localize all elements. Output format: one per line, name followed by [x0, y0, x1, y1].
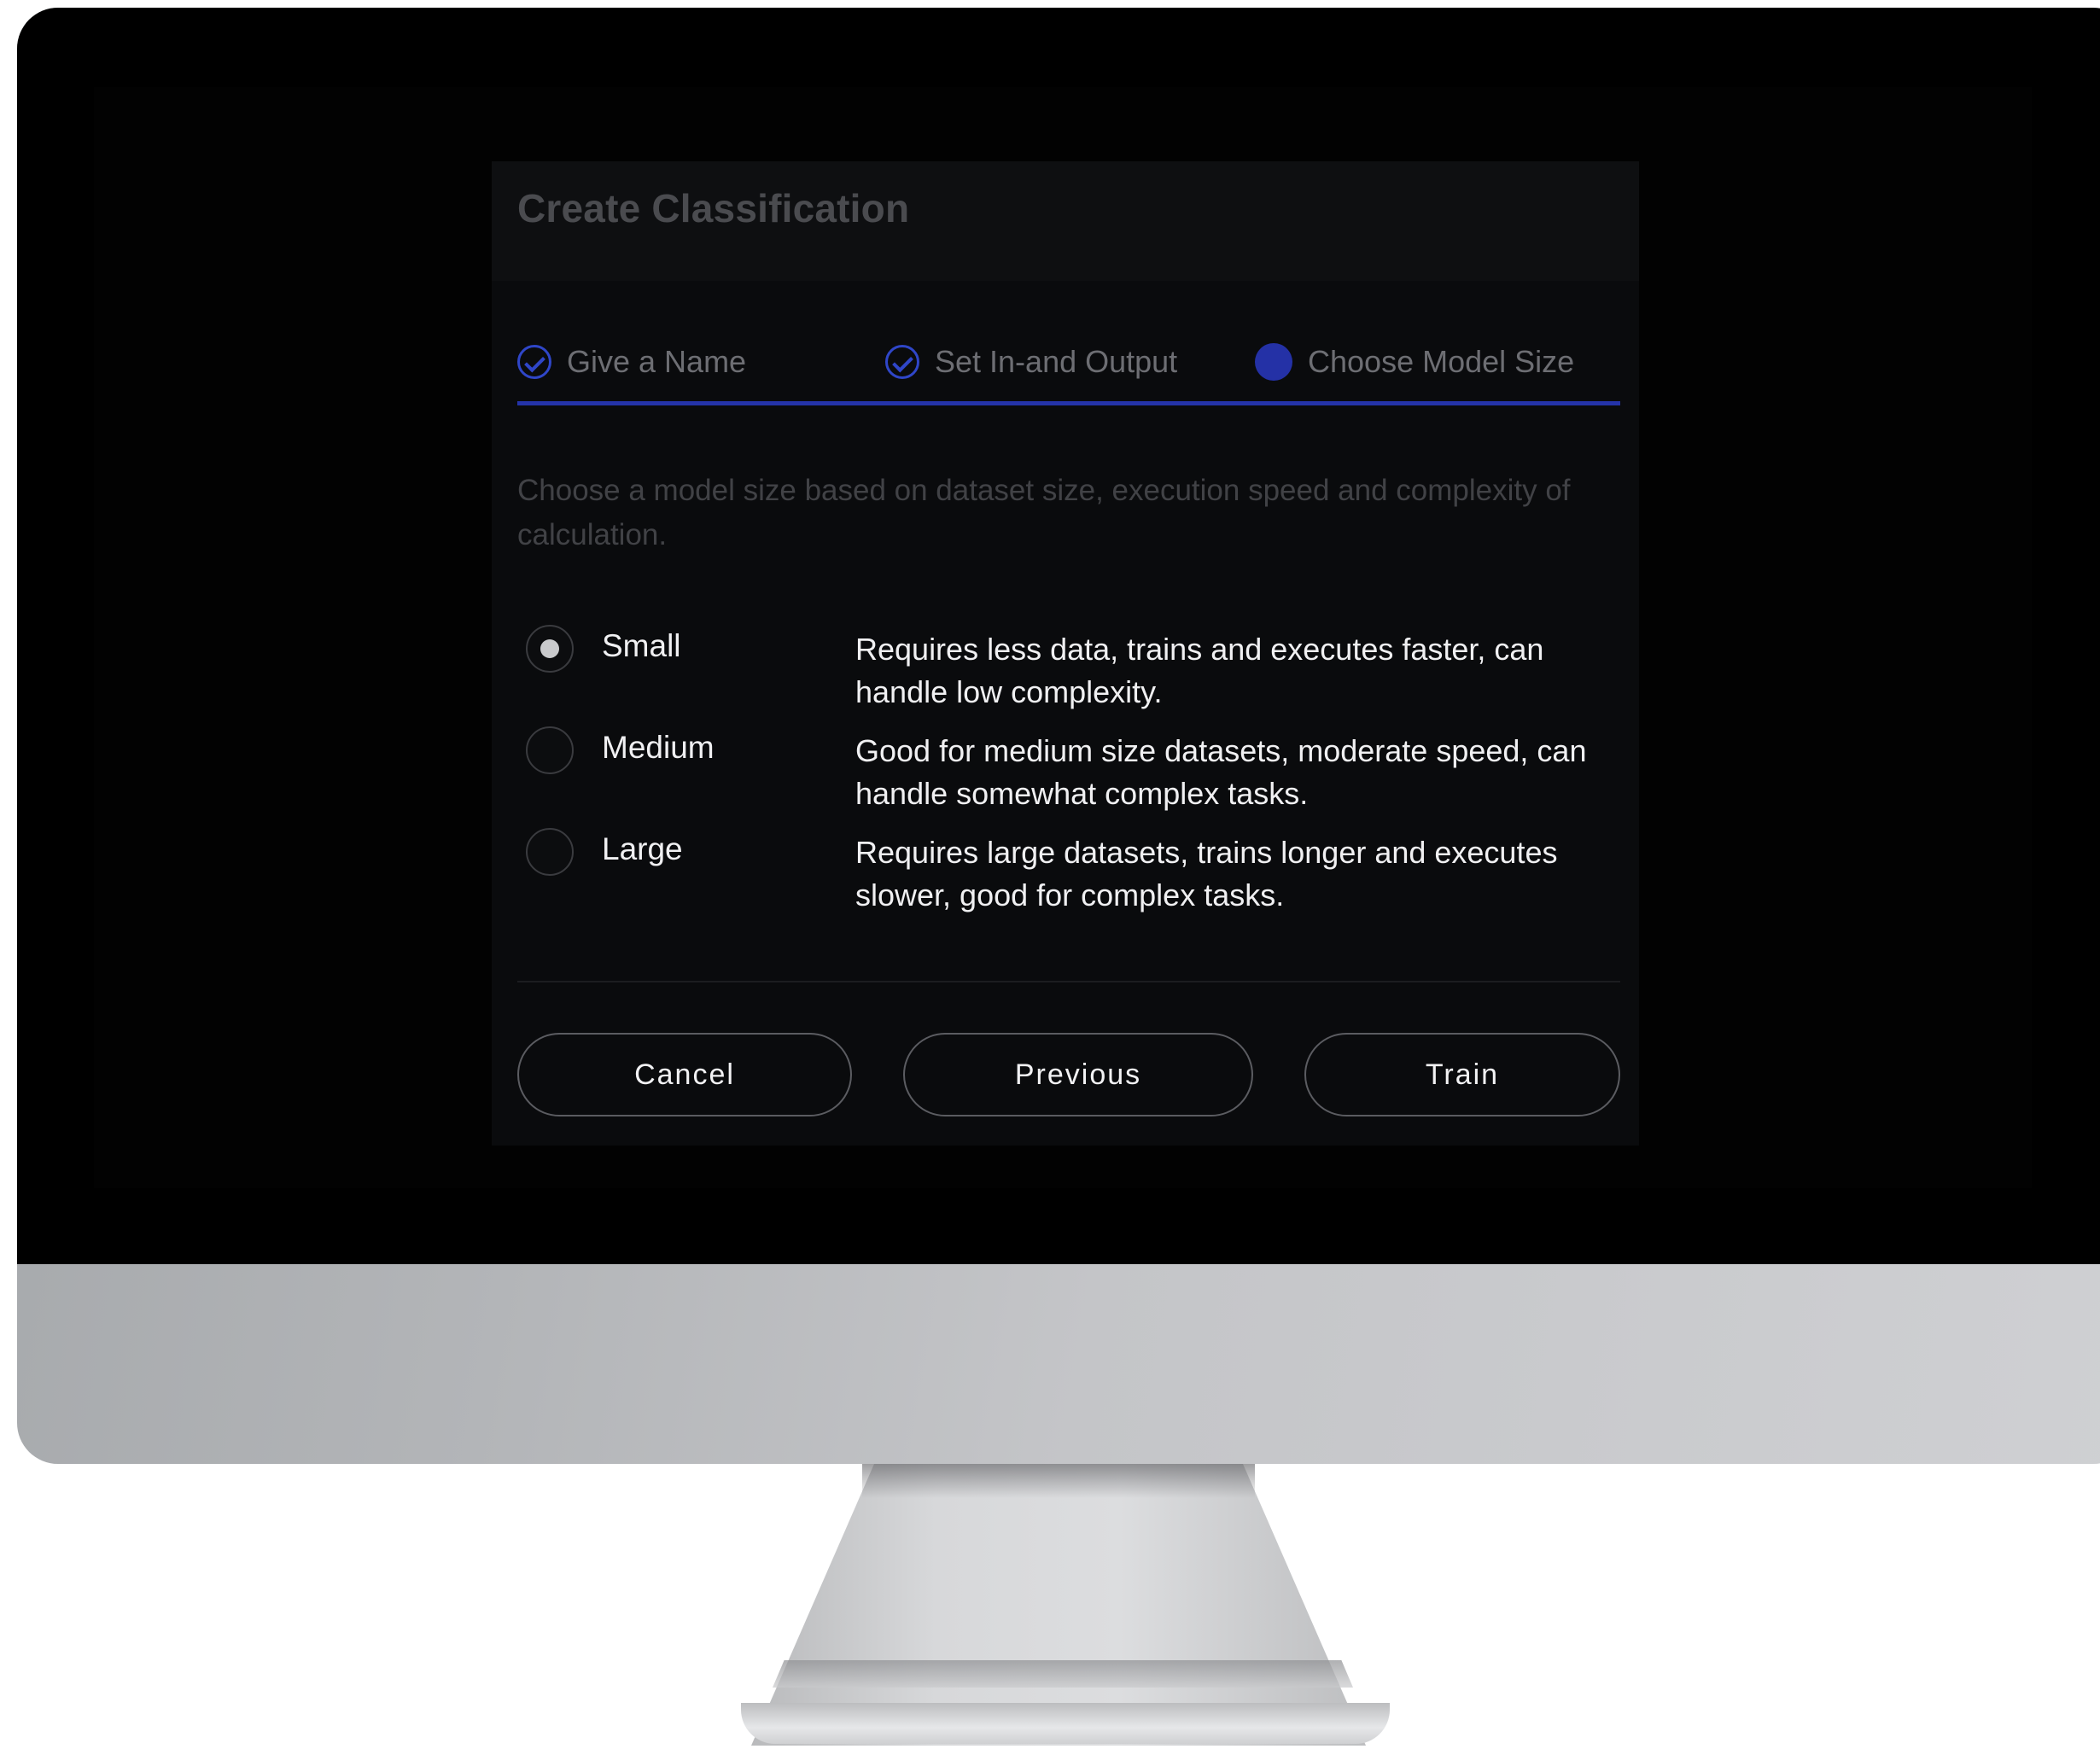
radio-small[interactable] — [526, 625, 574, 673]
step-give-a-name[interactable]: Give a Name — [517, 336, 746, 388]
step-set-in-and-output[interactable]: Set In-and Output — [885, 336, 1177, 388]
cancel-button[interactable]: Cancel — [517, 1033, 852, 1116]
option-medium: Medium Good for medium size datasets, mo… — [526, 726, 1619, 820]
dialog-header: Create Classification — [492, 161, 1639, 281]
current-step-dot-icon — [1255, 343, 1292, 381]
stand-base — [741, 1703, 1390, 1744]
option-description: Good for medium size datasets, moderate … — [855, 733, 1587, 811]
dialog-title: Create Classification — [517, 186, 910, 230]
radio-large[interactable] — [526, 828, 574, 876]
intro-text: Choose a model size based on dataset siz… — [517, 474, 1571, 551]
option-label[interactable]: Small — [602, 628, 681, 664]
step-label: Choose Model Size — [1308, 344, 1575, 379]
stand-band — [773, 1660, 1353, 1688]
option-small: Small Requires less data, trains and exe… — [526, 625, 1619, 719]
step-label: Set In-and Output — [935, 344, 1178, 379]
option-large: Large Requires large datasets, trains lo… — [526, 828, 1619, 922]
radio-medium[interactable] — [526, 726, 574, 774]
previous-button[interactable]: Previous — [903, 1033, 1253, 1116]
step-label: Give a Name — [567, 344, 747, 379]
option-label[interactable]: Medium — [602, 730, 715, 766]
check-circle-icon — [517, 345, 551, 379]
option-description: Requires less data, trains and executes … — [855, 632, 1544, 709]
check-circle-icon — [885, 345, 919, 379]
train-button[interactable]: Train — [1304, 1033, 1620, 1116]
step-choose-model-size[interactable]: Choose Model Size — [1255, 336, 1574, 388]
option-description: Requires large datasets, trains longer a… — [855, 835, 1558, 912]
create-classification-dialog: Create Classification Give a Name Set In… — [492, 161, 1639, 1146]
divider — [517, 981, 1620, 982]
option-label[interactable]: Large — [602, 831, 683, 867]
stand-shadow — [862, 1464, 1255, 1498]
step-indicator: Give a Name Set In-and Output Choose Mod… — [517, 336, 1620, 405]
